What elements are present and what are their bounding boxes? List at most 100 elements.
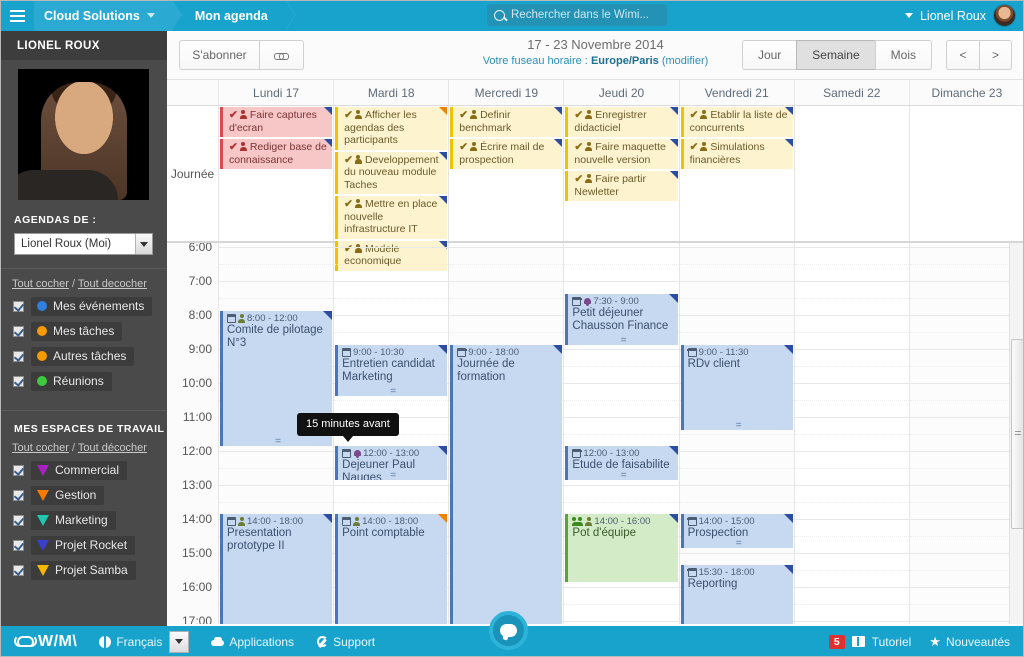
- day-header-6[interactable]: Dimanche 23: [910, 80, 1024, 105]
- calendar-event[interactable]: 14:00 - 15:00 Prospection =: [680, 514, 793, 549]
- all-day-task[interactable]: ✔ Écrire mail de prospection: [450, 139, 563, 169]
- day-header-3[interactable]: Jeudi 20: [564, 80, 680, 105]
- uncheck-all-workspaces-link[interactable]: Tout décocher: [78, 442, 147, 454]
- workspace-checkbox[interactable]: [13, 490, 24, 501]
- day-column-4[interactable]: 9:00 - 11:30 RDv client = 14:00 - 15:00 Pros…: [679, 243, 795, 624]
- calendar-event[interactable]: 14:00 - 16:00 Pot d'équipe: [565, 514, 678, 582]
- calendar-event[interactable]: 15:30 - 18:00 Reporting: [680, 565, 793, 624]
- all-day-task[interactable]: ✔ Etablir la liste de concurrents: [680, 107, 793, 137]
- day-column-2[interactable]: 9:00 - 18:00 Journée de formation: [449, 243, 565, 624]
- bell-icon: [583, 297, 591, 306]
- calendar-event[interactable]: 9:00 - 10:30 Entretien candidat Marketing…: [335, 345, 448, 397]
- workspace-chip[interactable]: Marketing: [31, 511, 116, 530]
- check-all-calendars-link[interactable]: Tout cocher: [12, 278, 69, 290]
- subscribe-button[interactable]: S'abonner: [179, 40, 260, 70]
- view-tab-week[interactable]: Semaine: [796, 40, 875, 70]
- workspace-checkbox[interactable]: [13, 565, 24, 576]
- calendar-event[interactable]: 9:00 - 18:00 Journée de formation: [450, 345, 563, 624]
- vertical-scrollbar[interactable]: [1009, 243, 1024, 624]
- all-day-task[interactable]: ✔ Faire maquette nouvelle version: [565, 139, 678, 169]
- search-input[interactable]: [511, 9, 656, 21]
- calendar-event[interactable]: 7:30 - 9:00 Petit déjeuner Chausson Finan…: [565, 294, 678, 346]
- agenda-select[interactable]: Lionel Roux (Moi): [14, 233, 153, 255]
- calendar-chip[interactable]: Autres tâches: [31, 347, 135, 366]
- day-column-5[interactable]: [794, 243, 910, 624]
- calendar-chip[interactable]: Mes tâches: [31, 322, 123, 341]
- user-menu[interactable]: Lionel Roux: [904, 0, 1016, 31]
- workspace-chip[interactable]: Projet Samba: [31, 561, 136, 580]
- calendar-chip[interactable]: Mes événements: [31, 297, 153, 316]
- all-day-task[interactable]: ✔ Faire partir Newletter: [565, 171, 678, 201]
- workspace-checkbox[interactable]: [13, 540, 24, 551]
- workspace-chip[interactable]: Projet Rocket: [31, 536, 136, 555]
- workspace-chip[interactable]: Commercial: [31, 461, 128, 480]
- calendar-item[interactable]: Autres tâches: [0, 344, 167, 369]
- workspace-item[interactable]: Projet Rocket: [0, 533, 167, 558]
- all-day-task[interactable]: ✔ Afficher les agendas des participants: [335, 107, 448, 150]
- calendar-event[interactable]: 14:00 - 18:00 Presentation prototype II: [220, 514, 333, 624]
- calendar-chip[interactable]: Réunions: [31, 372, 112, 391]
- event-resize-handle[interactable]: =: [568, 471, 677, 481]
- day-column-6[interactable]: [909, 243, 1024, 624]
- calendar-item[interactable]: Mes tâches: [0, 319, 167, 344]
- day-header-1[interactable]: Mardi 18: [334, 80, 450, 105]
- calendar-event[interactable]: 14:00 - 18:00 Point comptable: [335, 514, 448, 624]
- hamburger-menu-icon[interactable]: [0, 0, 34, 31]
- next-week-button[interactable]: >: [979, 40, 1012, 70]
- uncheck-all-calendars-link[interactable]: Tout decocher: [78, 278, 147, 290]
- workspace-item[interactable]: Commercial: [0, 458, 167, 483]
- workspace-checkbox[interactable]: [13, 465, 24, 476]
- workspace-item[interactable]: Gestion: [0, 483, 167, 508]
- event-resize-handle[interactable]: =: [338, 471, 447, 481]
- calendar-item[interactable]: Mes événements: [0, 294, 167, 319]
- calendar-checkbox[interactable]: [13, 351, 24, 362]
- all-day-task[interactable]: ✔ Developpement du nouveau module Taches: [335, 151, 448, 194]
- event-resize-handle[interactable]: =: [338, 387, 447, 397]
- day-header-2[interactable]: Mercredi 19: [449, 80, 565, 105]
- copy-link-button[interactable]: [260, 40, 304, 70]
- event-resize-handle[interactable]: =: [223, 437, 332, 447]
- breadcrumb-mon-agenda[interactable]: Mon agenda: [184, 0, 296, 31]
- calendar-checkbox[interactable]: [13, 326, 24, 337]
- scrollbar-thumb[interactable]: [1011, 339, 1024, 529]
- workspace-item[interactable]: Marketing: [0, 508, 167, 533]
- search-box[interactable]: [487, 4, 667, 26]
- event-resize-handle[interactable]: =: [684, 421, 793, 431]
- event-resize-handle[interactable]: =: [684, 539, 793, 549]
- all-day-task[interactable]: ✔ Simulations financières: [680, 139, 793, 169]
- chat-button[interactable]: [489, 611, 528, 650]
- day-header-0[interactable]: Lundi 17: [219, 80, 335, 105]
- calendar-event[interactable]: 12:00 - 13:00 Etude de faisabilite =: [565, 446, 678, 481]
- calendar-event[interactable]: 9:00 - 11:30 RDv client =: [680, 345, 793, 431]
- workspace-checkbox[interactable]: [13, 515, 24, 526]
- event-resize-handle[interactable]: =: [568, 336, 677, 346]
- check-all-workspaces-link[interactable]: Tout cocher: [12, 442, 69, 454]
- day-column-3[interactable]: 7:30 - 9:00 Petit déjeuner Chausson Finan…: [564, 243, 680, 624]
- timezone-modify-link[interactable]: (modifier): [662, 55, 708, 67]
- day-header-5[interactable]: Samedi 22: [795, 80, 910, 105]
- previous-week-button[interactable]: <: [946, 40, 979, 70]
- all-day-task[interactable]: ✔ Faire captures d'ecran: [220, 107, 333, 137]
- all-day-task[interactable]: ✔ Mettre en place nouvelle infrastructure…: [335, 196, 448, 239]
- view-tab-day[interactable]: Jour: [741, 40, 797, 70]
- all-day-task[interactable]: ✔ Rediger base de connaissance: [220, 139, 333, 169]
- all-day-task[interactable]: ✔ Enregistrer didacticiel: [565, 107, 678, 137]
- breadcrumb-cloud-solutions[interactable]: Cloud Solutions: [34, 0, 182, 31]
- news-link[interactable]: ★ Nouveautés: [929, 635, 1010, 649]
- calendar-event[interactable]: 12:00 - 13:00 Dejeuner Paul Nauges =: [335, 446, 448, 481]
- support-link[interactable]: Support: [316, 635, 375, 649]
- day-header-4[interactable]: Vendredi 21: [680, 80, 795, 105]
- calendar-checkbox[interactable]: [13, 301, 24, 312]
- tutorial-link[interactable]: 5 Tutoriel: [828, 634, 911, 649]
- calendar-checkbox[interactable]: [13, 376, 24, 387]
- avatar[interactable]: [993, 4, 1016, 27]
- workspace-chip[interactable]: Gestion: [31, 486, 105, 505]
- chevron-down-icon[interactable]: [135, 234, 152, 254]
- language-dropdown-button[interactable]: [169, 630, 190, 653]
- language-selector[interactable]: Français: [99, 635, 162, 649]
- calendar-item[interactable]: Réunions: [0, 369, 167, 394]
- all-day-task[interactable]: ✔ Definir benchmark: [450, 107, 563, 137]
- applications-link[interactable]: Applications: [211, 635, 294, 649]
- workspace-item[interactable]: Projet Samba: [0, 558, 167, 583]
- view-tab-month[interactable]: Mois: [874, 40, 932, 70]
